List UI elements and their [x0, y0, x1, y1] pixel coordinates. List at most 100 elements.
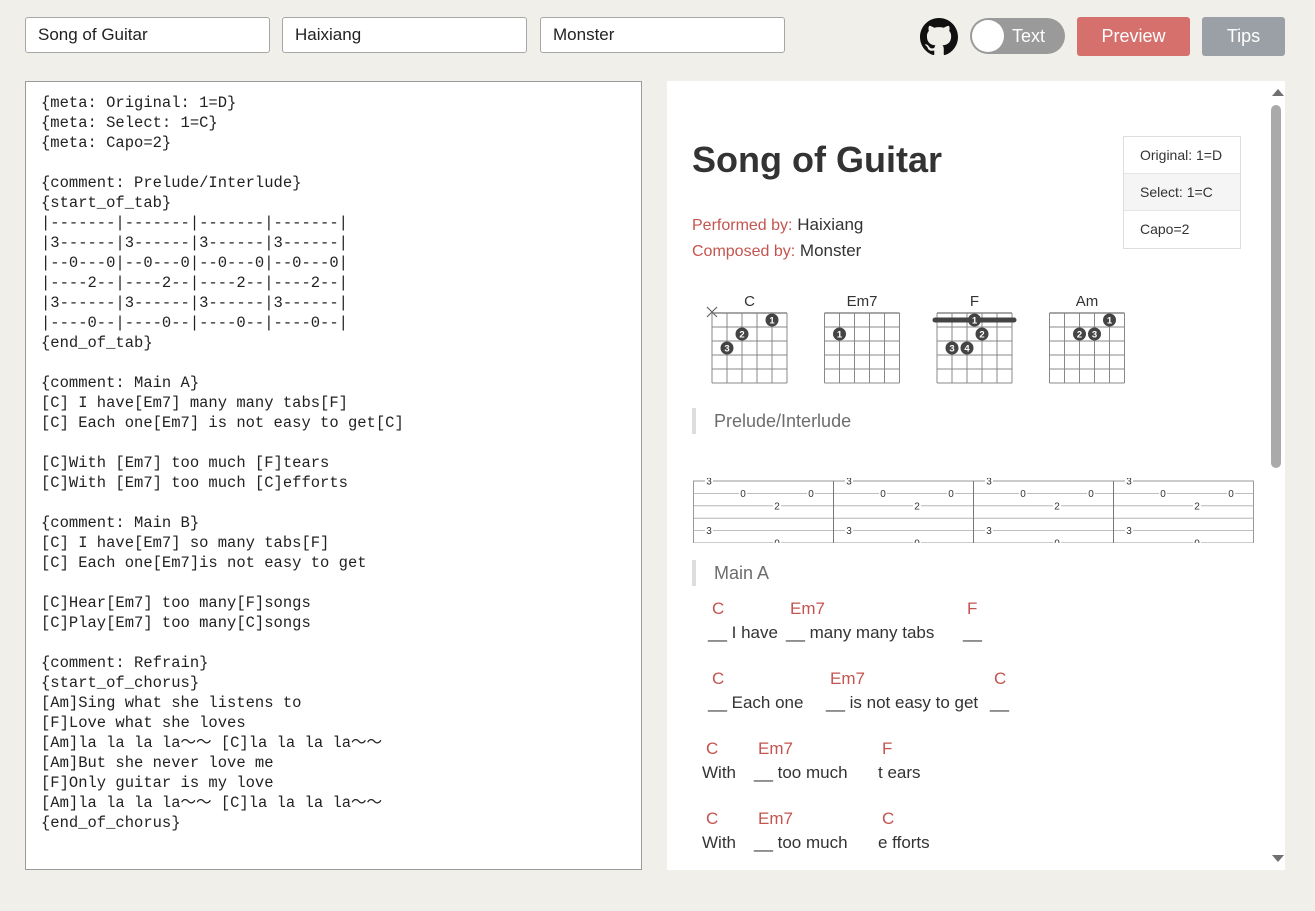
preview-pane: Song of Guitar Performed by: Haixiang Co… [667, 81, 1285, 870]
tab-note: 2 [1053, 500, 1061, 512]
svg-text:2: 2 [979, 330, 984, 341]
tab-note: 0 [1227, 488, 1235, 500]
scrollbar-thumb[interactable] [1271, 105, 1281, 468]
composer-name: Monster [799, 241, 862, 260]
tab-note: 3 [985, 478, 993, 488]
svg-text:2: 2 [1077, 330, 1082, 341]
finger-dot: 2 [735, 327, 749, 341]
tab-note: 0 [773, 538, 781, 543]
tab-note: 2 [1193, 500, 1201, 512]
svg-text:0: 0 [1194, 539, 1200, 544]
svg-text:3: 3 [949, 344, 954, 355]
lyric-text: __ [963, 623, 982, 642]
lyric-segment: Em7 __ many many tabs [786, 597, 934, 645]
svg-text:3: 3 [846, 526, 852, 537]
section-main-a-label: Main A [692, 560, 769, 586]
svg-text:4: 4 [964, 344, 970, 355]
svg-text:1: 1 [769, 316, 775, 327]
preview-scrollbar[interactable] [1268, 81, 1285, 870]
tab-note: 0 [1053, 538, 1061, 543]
tab-note: 0 [1193, 538, 1201, 543]
lyric-segment: Em7 __ too much [754, 807, 848, 855]
svg-text:1: 1 [1107, 316, 1113, 327]
lyric-chord: Em7 [830, 669, 865, 688]
lyric-segment: C __ [990, 667, 1009, 715]
svg-text:3: 3 [986, 526, 992, 537]
composer-input[interactable] [540, 17, 785, 53]
lyric-segment: Em7 __ too much [754, 737, 848, 785]
svg-text:2: 2 [739, 330, 744, 341]
song-title-input[interactable] [25, 17, 270, 53]
chord-diagram-c: C 1 23 [706, 293, 788, 384]
scroll-up-arrow-icon[interactable] [1272, 89, 1284, 96]
chord-name: C [744, 293, 755, 310]
lyric-text: __ many many tabs [786, 623, 935, 642]
svg-text:2: 2 [1054, 501, 1060, 512]
svg-text:0: 0 [774, 539, 780, 544]
svg-text:3: 3 [724, 344, 729, 355]
lyric-text: With [702, 763, 736, 782]
chord-diagram-am: Am 1 2 3 [1049, 293, 1125, 384]
svg-text:2: 2 [914, 501, 920, 512]
lyric-chord: C [706, 739, 719, 758]
tab-note: 0 [913, 538, 921, 543]
chord-diagram-em7: Em7 1 [824, 293, 900, 384]
svg-text:2: 2 [1194, 501, 1200, 512]
lyric-line: C With Em7 __ too much Ce fforts [702, 807, 1248, 857]
meta-original[interactable]: Original: 1=D [1124, 137, 1240, 174]
composed-by-label: Composed by: [692, 243, 796, 260]
svg-text:1: 1 [837, 330, 843, 341]
lyric-segment: C With [702, 807, 736, 855]
lyric-text: __ I have [708, 623, 778, 642]
chord-name: Em7 [847, 293, 878, 310]
lyric-segment: C __ Each one [708, 667, 803, 715]
performer-input[interactable] [282, 17, 527, 53]
svg-text:0: 0 [948, 489, 954, 500]
github-icon[interactable] [920, 18, 958, 56]
svg-text:1: 1 [972, 316, 978, 327]
chord-name: Am [1076, 293, 1099, 310]
lyric-chord: Em7 [758, 739, 793, 758]
chord-diagram-f: F 12 3 4 [932, 293, 1017, 384]
finger-dot: 2 [1073, 327, 1086, 341]
tab-note: 0 [807, 488, 815, 500]
tab-note: 3 [705, 525, 713, 537]
svg-text:0: 0 [740, 489, 746, 500]
chordpro-editor[interactable]: {meta: Original: 1=D} {meta: Select: 1=C… [25, 81, 642, 870]
finger-dot: 1 [765, 313, 779, 327]
svg-text:0: 0 [808, 489, 814, 500]
meta-capo[interactable]: Capo=2 [1124, 211, 1240, 248]
preview-button[interactable]: Preview [1077, 17, 1190, 56]
tab-note: 2 [773, 500, 781, 512]
lyric-segment: Ce fforts [878, 807, 930, 855]
toggle-label: Text [1012, 26, 1046, 46]
meta-select[interactable]: Select: 1=C [1124, 174, 1240, 211]
lyric-text: __ [990, 693, 1009, 712]
lyric-segment: Em7 __ is not easy to get [826, 667, 978, 715]
lyric-chord: F [967, 599, 978, 618]
lyric-text: With [702, 833, 736, 852]
tab-note: 3 [1125, 525, 1133, 537]
lyric-chord: F [882, 739, 893, 758]
tab-note: 3 [705, 478, 713, 488]
performed-by-label: Performed by: [692, 217, 793, 234]
lyric-chord: C [706, 809, 719, 828]
section-prelude-label: Prelude/Interlude [692, 408, 851, 434]
svg-text:3: 3 [1092, 330, 1097, 341]
svg-text:3: 3 [1126, 478, 1132, 488]
svg-text:0: 0 [1088, 489, 1094, 500]
lyric-text: e fforts [878, 833, 930, 852]
tab-note: 0 [1159, 488, 1167, 500]
svg-text:0: 0 [1228, 489, 1234, 500]
tab-note: 2 [913, 500, 921, 512]
text-mode-toggle[interactable]: Text [970, 18, 1065, 54]
lyric-text: __ too much [754, 763, 848, 782]
lyric-text: __ Each one [708, 693, 804, 712]
lyric-line: C __ Each one Em7 __ is not easy to get C __ [708, 667, 1248, 717]
composed-by-line: Composed by: Monster [692, 241, 861, 261]
finger-dot: 1 [833, 327, 846, 341]
tips-button[interactable]: Tips [1202, 17, 1285, 56]
tab-note: 0 [739, 488, 747, 500]
scroll-down-arrow-icon[interactable] [1272, 855, 1284, 862]
svg-text:0: 0 [1054, 539, 1060, 544]
